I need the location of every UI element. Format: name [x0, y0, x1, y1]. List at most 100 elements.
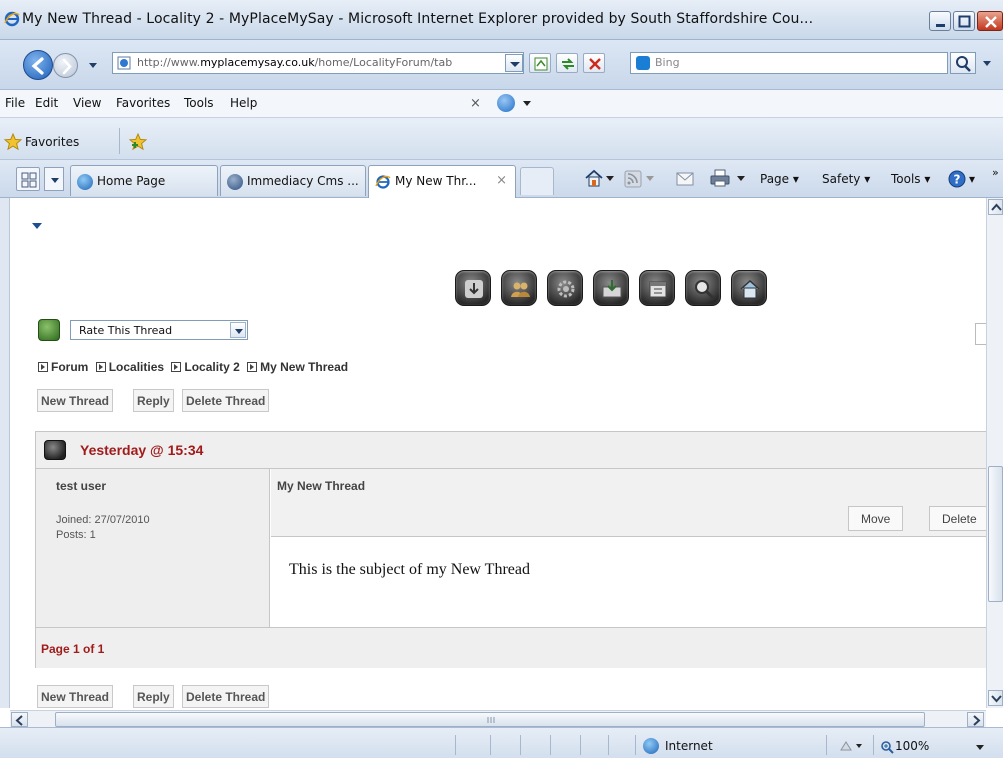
delete-post-button[interactable]: Delete: [929, 506, 986, 531]
close-window-button[interactable]: [977, 11, 1003, 31]
rate-this-thread-select[interactable]: Rate This Thread: [70, 320, 248, 340]
post-author-panel: test user Joined: 27/07/2010 Posts: 1: [36, 469, 270, 627]
page-icon: [117, 56, 131, 70]
forum-tool-calendar-button[interactable]: [639, 270, 675, 306]
forum-tool-settings-button[interactable]: [547, 270, 583, 306]
address-bar[interactable]: http://www.myplacemysay.co.uk/home/Local…: [112, 52, 524, 74]
protected-mode-icon[interactable]: [838, 739, 864, 753]
scroll-left-button[interactable]: [11, 712, 28, 727]
new-thread-button[interactable]: New Thread: [37, 685, 114, 708]
menu-favorites[interactable]: Favorites: [116, 96, 170, 110]
page-menu[interactable]: Page ▾: [760, 172, 799, 186]
feeds-icon[interactable]: [624, 170, 642, 188]
breadcrumb-localities[interactable]: Localities: [109, 360, 164, 374]
ie-icon: [375, 175, 391, 189]
vertical-scroll-thumb[interactable]: [988, 466, 1003, 602]
compatibility-view-icon: [534, 57, 548, 71]
horizontal-scrollbar[interactable]: [10, 710, 986, 727]
forum-tool-download-button[interactable]: [455, 270, 491, 306]
refresh-button[interactable]: [556, 53, 578, 73]
chevron-down-icon: [51, 178, 59, 183]
stop-button[interactable]: [583, 53, 605, 73]
minimize-button[interactable]: [929, 11, 951, 31]
quick-tabs-button[interactable]: [16, 167, 40, 191]
help-dropdown[interactable]: ▾: [969, 172, 975, 186]
zoom-icon[interactable]: [880, 740, 894, 754]
search-options-dropdown[interactable]: [978, 52, 998, 74]
chevron-down-icon[interactable]: [737, 176, 745, 182]
compatibility-view-button[interactable]: [529, 53, 551, 73]
tools-menu[interactable]: Tools ▾: [891, 172, 930, 186]
ie-logo-icon: [4, 11, 20, 27]
chevron-down-icon[interactable]: [606, 176, 614, 182]
status-divider: [826, 735, 827, 755]
menu-help[interactable]: Help: [230, 96, 257, 110]
delete-thread-button[interactable]: Delete Thread: [182, 685, 270, 708]
safety-menu[interactable]: Safety ▾: [822, 172, 870, 186]
tab-home-page[interactable]: Home Page: [70, 165, 218, 196]
reply-button[interactable]: Reply: [133, 685, 174, 708]
zoom-dropdown-icon[interactable]: [976, 745, 984, 751]
breadcrumb-locality-2[interactable]: Locality 2: [184, 360, 239, 374]
breadcrumb-forum[interactable]: Forum: [51, 360, 88, 374]
more-commands-chevron[interactable]: »: [992, 166, 999, 179]
new-thread-button[interactable]: New Thread: [37, 389, 114, 412]
back-button[interactable]: [23, 50, 53, 80]
zoom-level[interactable]: 100%: [895, 739, 929, 753]
forum-tool-search-button[interactable]: [685, 270, 721, 306]
address-dropdown-button[interactable]: [505, 54, 523, 72]
search-button[interactable]: [950, 52, 976, 74]
chevron-down-icon[interactable]: [523, 101, 531, 107]
recent-pages-dropdown-icon[interactable]: [88, 60, 98, 70]
chevron-down-icon[interactable]: [646, 176, 654, 182]
menu-file[interactable]: File: [5, 96, 25, 110]
scroll-right-button[interactable]: [967, 712, 984, 727]
move-post-button[interactable]: Move: [848, 506, 904, 531]
menu-edit[interactable]: Edit: [35, 96, 58, 110]
security-zone-label[interactable]: Internet: [665, 739, 713, 753]
add-to-favorites-icon[interactable]: [129, 133, 149, 151]
close-tab-icon[interactable]: ×: [496, 173, 507, 188]
tab-list-dropdown[interactable]: [44, 167, 64, 191]
forum-tool-users-button[interactable]: [501, 270, 537, 306]
new-tab-button[interactable]: [520, 167, 554, 195]
caret-down-icon[interactable]: [32, 223, 42, 229]
svg-text:?: ?: [954, 173, 961, 187]
scroll-up-button[interactable]: [988, 199, 1003, 215]
tab-my-new-thread[interactable]: My New Thr... ×: [368, 165, 516, 198]
read-mail-icon[interactable]: [676, 171, 694, 187]
close-toolbar-icon[interactable]: ×: [470, 96, 481, 111]
internet-zone-icon: [643, 738, 659, 754]
favorites-label[interactable]: Favorites: [25, 135, 79, 149]
address-url[interactable]: http://www.myplacemysay.co.uk/home/Local…: [137, 56, 515, 69]
forum-tool-inbox-button[interactable]: [593, 270, 629, 306]
tab-immediacy-cms[interactable]: Immediacy Cms ...: [220, 165, 366, 196]
vertical-scrollbar[interactable]: [986, 198, 1003, 708]
breadcrumb-current-thread[interactable]: My New Thread: [260, 360, 348, 374]
ie-toolbar-icon[interactable]: [497, 94, 515, 112]
print-icon[interactable]: [709, 168, 731, 188]
search-input[interactable]: Bing: [630, 52, 948, 74]
favorites-star-icon[interactable]: [4, 133, 22, 151]
menu-view[interactable]: View: [73, 96, 101, 110]
delete-thread-button[interactable]: Delete Thread: [182, 389, 270, 412]
home-icon[interactable]: [583, 168, 605, 188]
maximize-button[interactable]: [953, 11, 975, 31]
scroll-down-button[interactable]: [988, 690, 1003, 706]
breadcrumb-arrow-icon: [95, 362, 106, 372]
reply-button[interactable]: Reply: [133, 389, 174, 412]
window-title: My New Thread - Locality 2 - MyPlaceMySa…: [22, 11, 814, 27]
search-icon: [956, 56, 971, 72]
help-icon[interactable]: ?: [947, 169, 967, 189]
forward-button[interactable]: [53, 53, 78, 78]
rate-select-dropdown[interactable]: [230, 322, 246, 338]
menu-tools[interactable]: Tools: [184, 96, 214, 110]
status-divider: [520, 735, 521, 755]
post-author-name[interactable]: test user: [56, 479, 106, 493]
chevron-down-icon: [983, 61, 991, 66]
tab-label: My New Thr...: [395, 174, 477, 188]
forum-tool-home-button[interactable]: [731, 270, 767, 306]
post-header: Yesterday @ 15:34: [36, 432, 986, 469]
horizontal-scroll-thumb[interactable]: [55, 712, 925, 727]
search-placeholder: Bing: [655, 56, 680, 69]
